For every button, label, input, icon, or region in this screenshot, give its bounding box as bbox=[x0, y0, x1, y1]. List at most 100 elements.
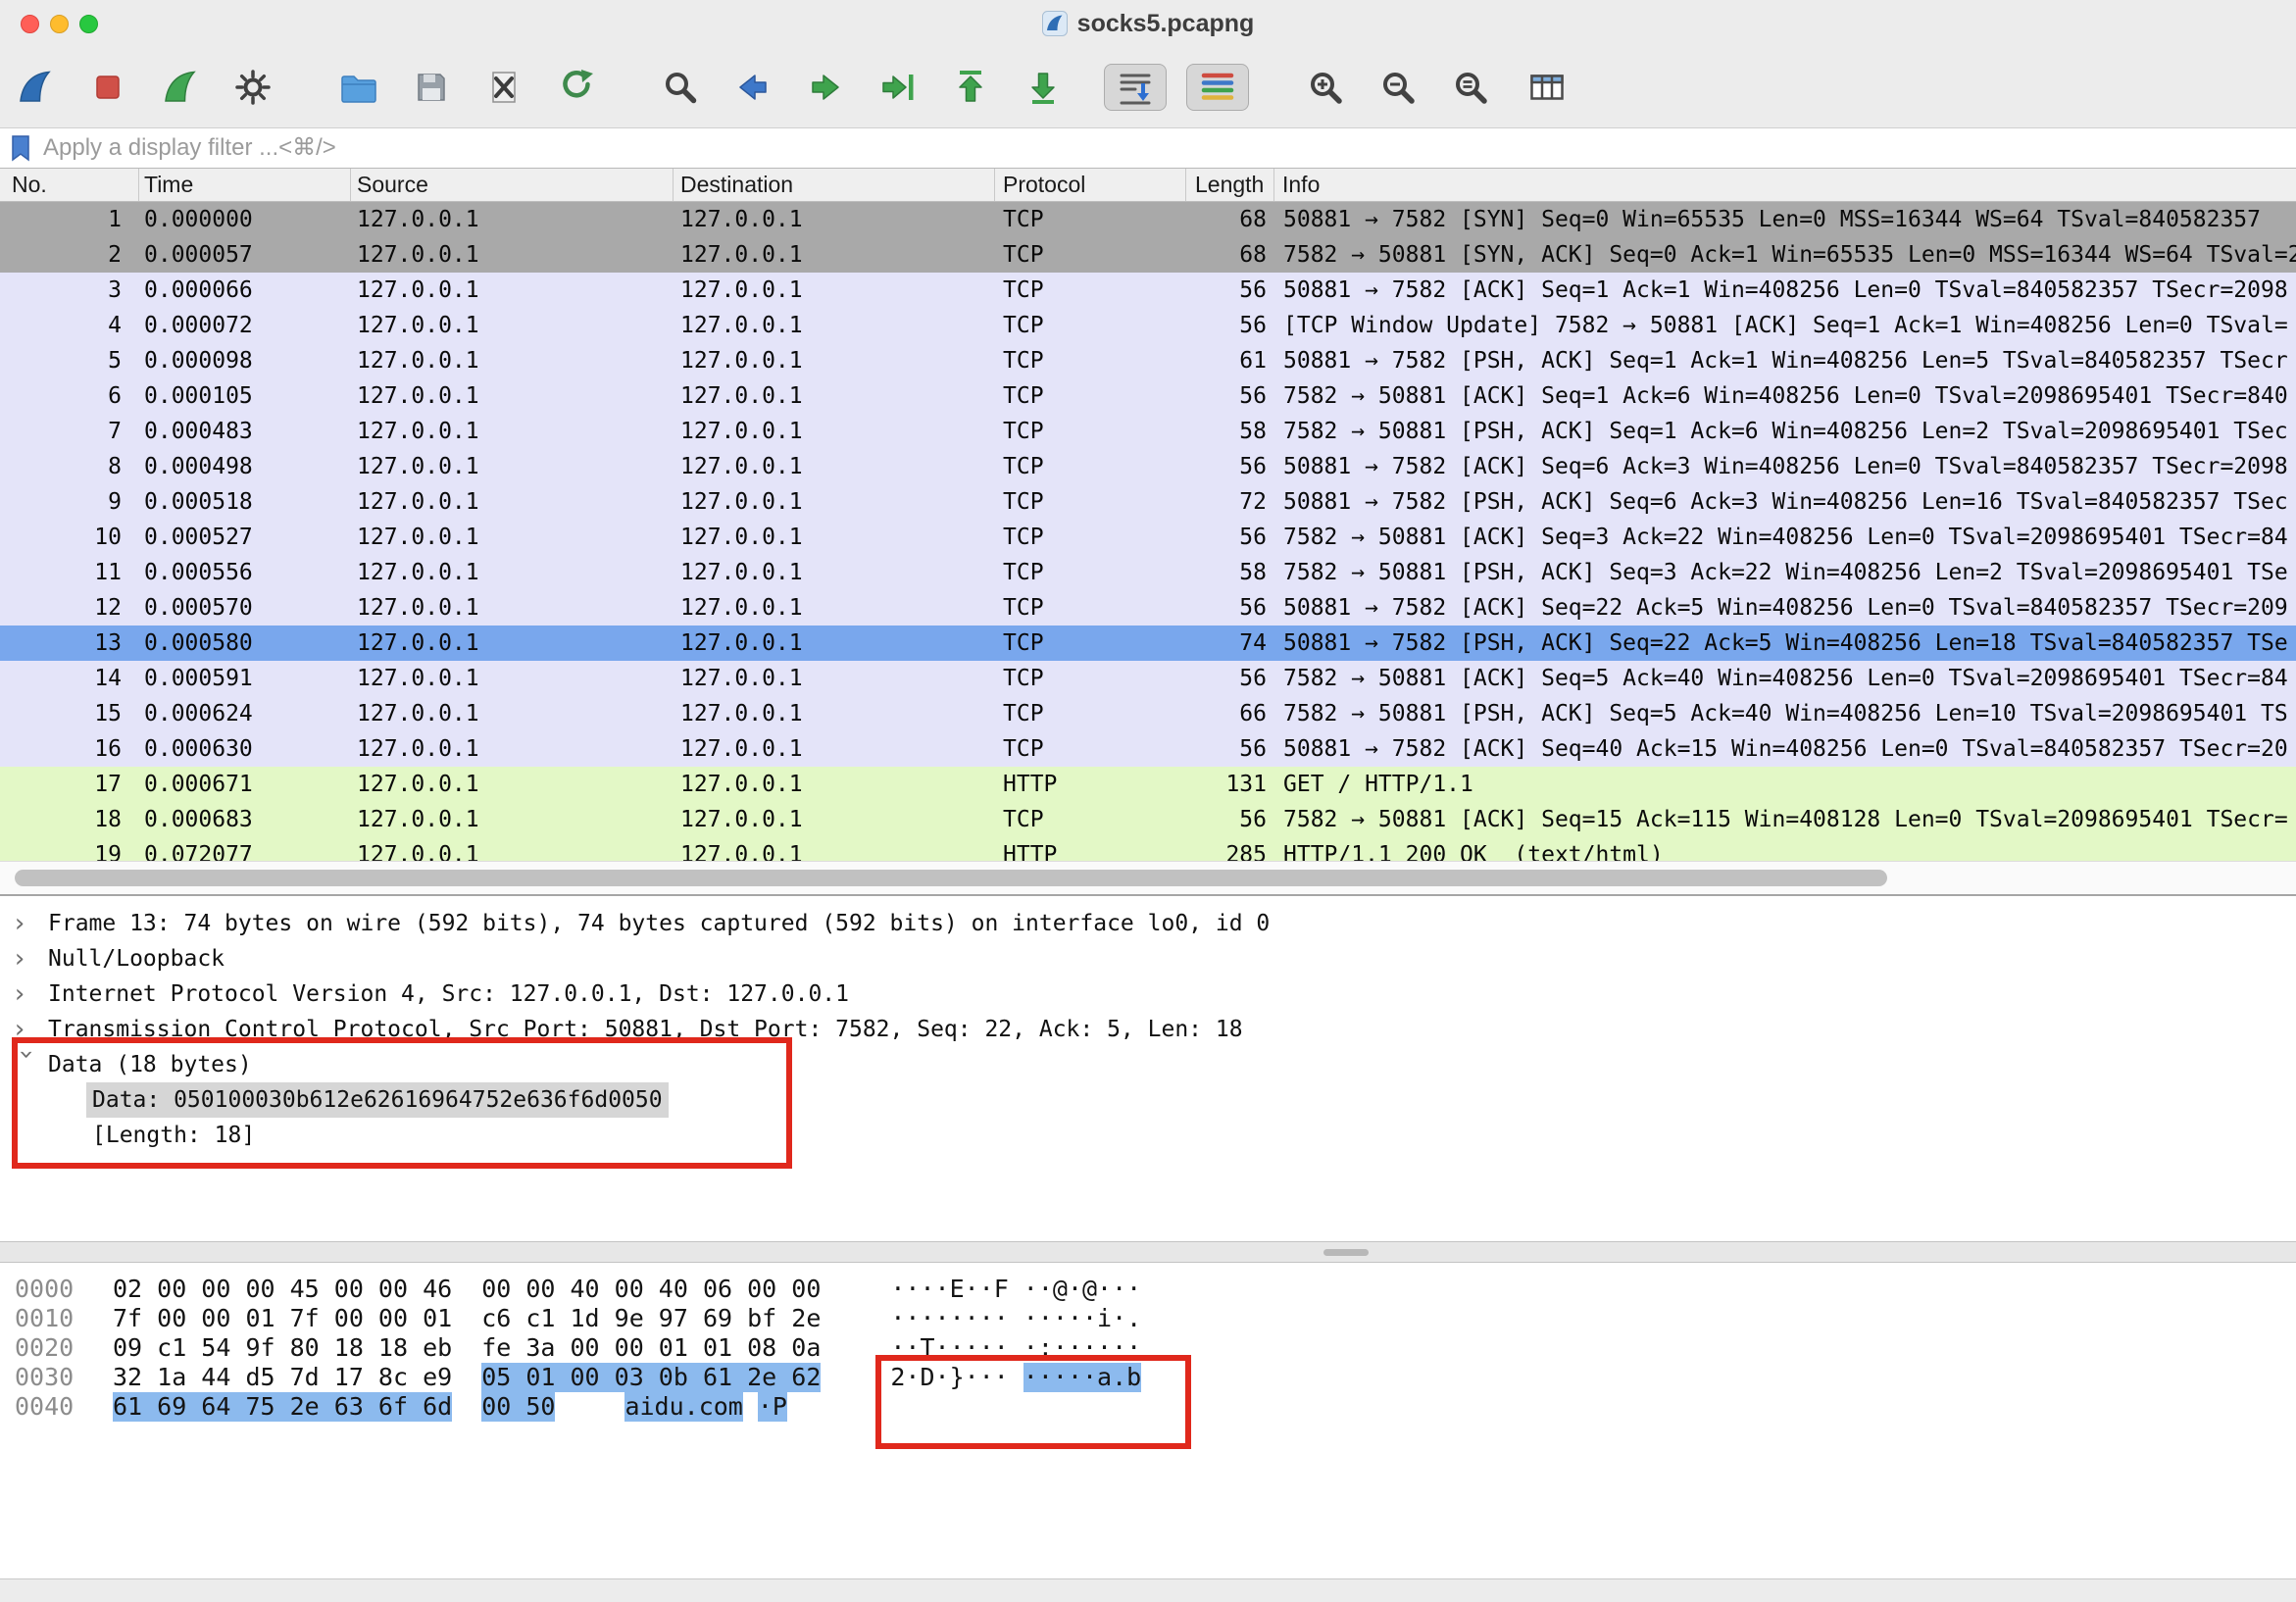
last-packet-button[interactable] bbox=[1022, 66, 1065, 109]
packet-info: 7582 → 50881 [ACK] Seq=15 Ack=115 Win=40… bbox=[1274, 802, 2296, 837]
detail-line[interactable]: › Frame 13: 74 bytes on wire (592 bits),… bbox=[0, 906, 2296, 941]
packet-no: 8 bbox=[0, 449, 139, 484]
hex-row[interactable]: 0020 09 c1 54 9f 80 18 18 eb fe 3a 00 00… bbox=[0, 1333, 2296, 1363]
colorize-button[interactable] bbox=[1186, 64, 1249, 111]
ascii-left: aidu.com bbox=[624, 1392, 742, 1422]
detail-line[interactable]: Data: 050100030b612e62616964752e636f6d00… bbox=[0, 1082, 2296, 1118]
reload-file-button[interactable] bbox=[555, 66, 598, 109]
restart-capture-button[interactable] bbox=[159, 66, 202, 109]
go-to-packet-button[interactable] bbox=[876, 66, 920, 109]
expander-icon[interactable] bbox=[56, 1118, 92, 1153]
auto-scroll-button[interactable] bbox=[1104, 64, 1167, 111]
expander-icon[interactable]: › bbox=[12, 906, 48, 941]
packet-row[interactable]: 12 0.000570 127.0.0.1 127.0.0.1 TCP 56 5… bbox=[0, 590, 2296, 626]
capture-options-button[interactable] bbox=[231, 66, 275, 109]
start-capture-button[interactable] bbox=[14, 66, 57, 109]
packet-source: 127.0.0.1 bbox=[351, 202, 674, 237]
packet-length: 56 bbox=[1186, 520, 1274, 555]
packet-protocol: TCP bbox=[995, 802, 1186, 837]
packet-row[interactable]: 4 0.000072 127.0.0.1 127.0.0.1 TCP 56 [T… bbox=[0, 308, 2296, 343]
packet-info: 7582 → 50881 [PSH, ACK] Seq=3 Ack=22 Win… bbox=[1274, 555, 2296, 590]
column-header-destination[interactable]: Destination bbox=[674, 169, 995, 201]
packet-protocol: TCP bbox=[995, 273, 1186, 308]
packet-info: 50881 → 7582 [PSH, ACK] Seq=1 Ack=1 Win=… bbox=[1274, 343, 2296, 378]
packet-row[interactable]: 6 0.000105 127.0.0.1 127.0.0.1 TCP 56 75… bbox=[0, 378, 2296, 414]
display-filter-input[interactable] bbox=[41, 133, 2296, 163]
packet-row[interactable]: 17 0.000671 127.0.0.1 127.0.0.1 HTTP 131… bbox=[0, 767, 2296, 802]
column-header-time[interactable]: Time bbox=[139, 169, 351, 201]
column-header-no[interactable]: No. bbox=[0, 169, 139, 201]
packet-row[interactable]: 2 0.000057 127.0.0.1 127.0.0.1 TCP 68 75… bbox=[0, 237, 2296, 273]
packet-row[interactable]: 3 0.000066 127.0.0.1 127.0.0.1 TCP 56 50… bbox=[0, 273, 2296, 308]
packet-info: 7582 → 50881 [PSH, ACK] Seq=5 Ack=40 Win… bbox=[1274, 696, 2296, 731]
column-header-length[interactable]: Length bbox=[1186, 169, 1274, 201]
packet-no: 12 bbox=[0, 590, 139, 626]
bookmark-icon[interactable] bbox=[10, 133, 31, 163]
packet-info: 50881 → 7582 [ACK] Seq=22 Ack=5 Win=4082… bbox=[1274, 590, 2296, 626]
hex-row[interactable]: 0040 61 69 64 75 2e 63 6f 6d 00 50 aidu.… bbox=[0, 1392, 2296, 1422]
packet-row[interactable]: 10 0.000527 127.0.0.1 127.0.0.1 TCP 56 7… bbox=[0, 520, 2296, 555]
expander-icon[interactable]: › bbox=[12, 1012, 48, 1047]
expander-icon[interactable]: › bbox=[12, 976, 48, 1012]
packet-row[interactable]: 18 0.000683 127.0.0.1 127.0.0.1 TCP 56 7… bbox=[0, 802, 2296, 837]
gear-icon bbox=[231, 66, 275, 109]
packet-source: 127.0.0.1 bbox=[351, 696, 674, 731]
column-header-protocol[interactable]: Protocol bbox=[995, 169, 1186, 201]
detail-line[interactable]: [Length: 18] bbox=[0, 1118, 2296, 1153]
zoom-out-button[interactable] bbox=[1376, 66, 1420, 109]
packet-protocol: TCP bbox=[995, 520, 1186, 555]
packet-row[interactable]: 13 0.000580 127.0.0.1 127.0.0.1 TCP 74 5… bbox=[0, 626, 2296, 661]
stop-capture-button[interactable] bbox=[86, 66, 129, 109]
packet-protocol: TCP bbox=[995, 626, 1186, 661]
packet-row[interactable]: 7 0.000483 127.0.0.1 127.0.0.1 TCP 58 75… bbox=[0, 414, 2296, 449]
hex-row[interactable]: 0030 32 1a 44 d5 7d 17 8c e9 05 01 00 03… bbox=[0, 1363, 2296, 1392]
zoom-in-button[interactable] bbox=[1304, 66, 1347, 109]
packet-length: 66 bbox=[1186, 696, 1274, 731]
hex-row[interactable]: 0000 02 00 00 00 45 00 00 46 00 00 40 00… bbox=[0, 1275, 2296, 1304]
zoom-button[interactable] bbox=[79, 15, 98, 33]
arrow-left-icon bbox=[731, 66, 774, 109]
packet-row[interactable]: 14 0.000591 127.0.0.1 127.0.0.1 TCP 56 7… bbox=[0, 661, 2296, 696]
packet-row[interactable]: 16 0.000630 127.0.0.1 127.0.0.1 TCP 56 5… bbox=[0, 731, 2296, 767]
minimize-button[interactable] bbox=[50, 15, 69, 33]
packet-row[interactable]: 19 0.072077 127.0.0.1 127.0.0.1 HTTP 285… bbox=[0, 837, 2296, 861]
save-icon bbox=[410, 66, 453, 109]
packet-source: 127.0.0.1 bbox=[351, 343, 674, 378]
packet-row[interactable]: 1 0.000000 127.0.0.1 127.0.0.1 TCP 68 50… bbox=[0, 202, 2296, 237]
horizontal-scrollbar-thumb[interactable] bbox=[15, 870, 1887, 886]
resize-columns-button[interactable] bbox=[1525, 66, 1569, 109]
packet-length: 56 bbox=[1186, 661, 1274, 696]
find-packet-button[interactable] bbox=[659, 66, 702, 109]
packet-row[interactable]: 15 0.000624 127.0.0.1 127.0.0.1 TCP 66 7… bbox=[0, 696, 2296, 731]
column-header-source[interactable]: Source bbox=[351, 169, 674, 201]
detail-line[interactable]: › Transmission Control Protocol, Src Por… bbox=[0, 1012, 2296, 1047]
ascii-left: ····E··F bbox=[890, 1275, 1008, 1304]
ascii-left: ········ bbox=[890, 1304, 1008, 1333]
packet-row[interactable]: 8 0.000498 127.0.0.1 127.0.0.1 TCP 56 50… bbox=[0, 449, 2296, 484]
packet-length: 56 bbox=[1186, 308, 1274, 343]
packet-no: 11 bbox=[0, 555, 139, 590]
packet-row[interactable]: 5 0.000098 127.0.0.1 127.0.0.1 TCP 61 50… bbox=[0, 343, 2296, 378]
go-forward-button[interactable] bbox=[804, 66, 847, 109]
detail-line[interactable]: › Data (18 bytes) bbox=[0, 1047, 2296, 1082]
column-header-info[interactable]: Info bbox=[1274, 169, 2296, 201]
packet-time: 0.000580 bbox=[139, 626, 351, 661]
hex-row[interactable]: 0010 7f 00 00 01 7f 00 00 01 c6 c1 1d 9e… bbox=[0, 1304, 2296, 1333]
zoom-normal-button[interactable] bbox=[1449, 66, 1492, 109]
pane-splitter[interactable] bbox=[0, 1241, 2296, 1263]
save-file-button[interactable] bbox=[410, 66, 453, 109]
close-button[interactable] bbox=[21, 15, 39, 33]
first-packet-button[interactable] bbox=[949, 66, 992, 109]
packet-row[interactable]: 9 0.000518 127.0.0.1 127.0.0.1 TCP 72 50… bbox=[0, 484, 2296, 520]
go-back-button[interactable] bbox=[731, 66, 774, 109]
expander-icon[interactable]: › bbox=[9, 1047, 44, 1083]
packet-row[interactable]: 11 0.000556 127.0.0.1 127.0.0.1 TCP 58 7… bbox=[0, 555, 2296, 590]
splitter-handle-icon[interactable] bbox=[1323, 1249, 1369, 1256]
expander-icon[interactable]: › bbox=[12, 941, 48, 976]
hex-bytes-left: 09 c1 54 9f 80 18 18 eb bbox=[113, 1333, 452, 1363]
open-file-button[interactable] bbox=[337, 66, 380, 109]
detail-line[interactable]: › Null/Loopback bbox=[0, 941, 2296, 976]
packet-no: 15 bbox=[0, 696, 139, 731]
detail-line[interactable]: › Internet Protocol Version 4, Src: 127.… bbox=[0, 976, 2296, 1012]
close-file-button[interactable] bbox=[482, 66, 525, 109]
